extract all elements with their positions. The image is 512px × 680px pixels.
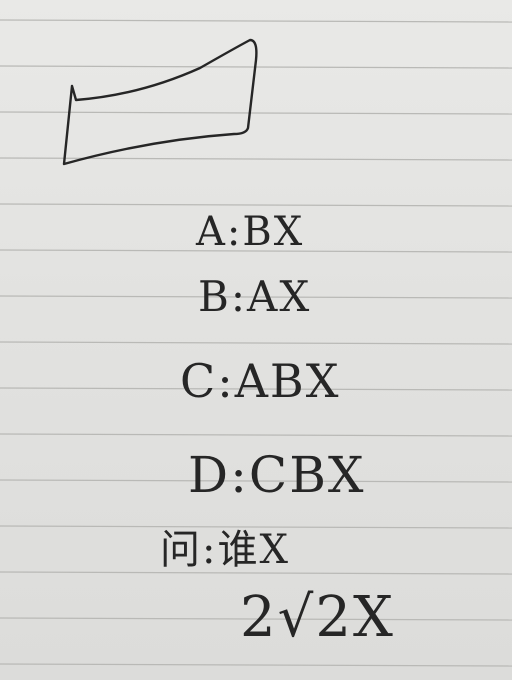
answer-c: C:ABX (180, 354, 341, 408)
question-line: 问:谁X (160, 527, 290, 573)
answer-b: B:AX (198, 272, 312, 321)
answer-d: D:CBX (188, 446, 366, 504)
score-mark: 2√2X (240, 585, 395, 650)
hand-drawn-trapezoid (62, 38, 258, 166)
answer-a: A:BX (196, 209, 305, 255)
notebook-page: A:BX B:AX C:ABX D:CBX 问:谁X 2√2X (0, 0, 512, 680)
